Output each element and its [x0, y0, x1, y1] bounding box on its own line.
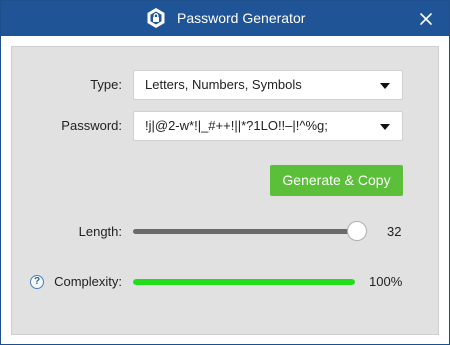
- question-icon[interactable]: ?: [30, 275, 44, 289]
- shield-lock-icon: [147, 8, 165, 28]
- complexity-bar-fill: [133, 279, 355, 285]
- complexity-label: Complexity:: [54, 274, 122, 289]
- generate-copy-button[interactable]: Generate & Copy: [270, 165, 403, 196]
- complexity-value: 100%: [369, 274, 403, 289]
- window-title: Password Generator: [177, 10, 306, 26]
- type-dropdown[interactable]: Letters, Numbers, Symbols: [133, 70, 403, 100]
- complexity-bar: [133, 279, 355, 285]
- password-dropdown-value: !j|@2-w*!|_#++!||*?1LO!!–|!^%g;: [145, 118, 328, 133]
- chevron-down-icon: [380, 83, 390, 89]
- length-slider-thumb[interactable]: [347, 221, 367, 241]
- password-generator-window: Password Generator Type: Letters, Number…: [0, 0, 450, 345]
- password-label: Password:: [61, 118, 122, 133]
- length-value: 32: [387, 224, 402, 239]
- chevron-down-icon: [380, 124, 390, 130]
- type-label: Type:: [90, 77, 122, 92]
- close-icon[interactable]: [415, 8, 437, 30]
- length-label: Length:: [78, 224, 122, 239]
- password-dropdown[interactable]: !j|@2-w*!|_#++!||*?1LO!!–|!^%g;: [133, 111, 403, 141]
- title-bar: Password Generator: [1, 1, 449, 36]
- type-dropdown-value: Letters, Numbers, Symbols: [145, 77, 302, 92]
- length-slider-track[interactable]: [133, 229, 358, 234]
- settings-panel: Type: Letters, Numbers, Symbols Password…: [11, 46, 439, 335]
